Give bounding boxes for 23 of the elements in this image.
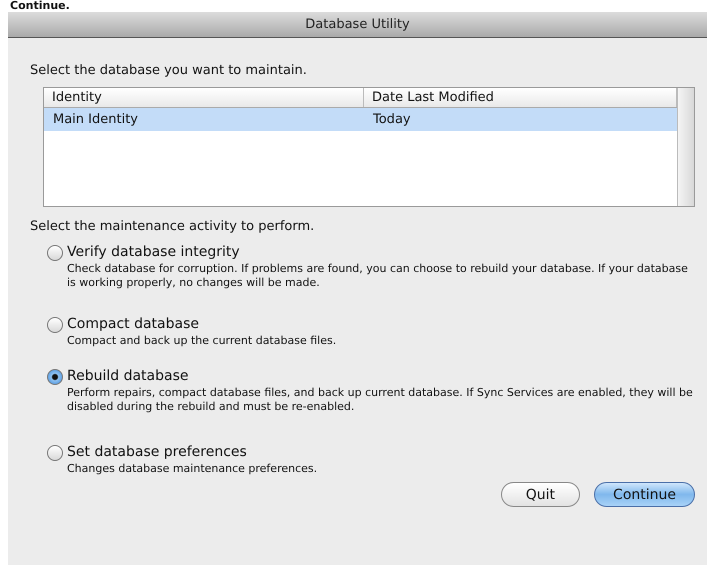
option-description: Perform repairs, compact database files, and back up current database. If Sync Services are enabled, they will be disabled during the rebuild and must be re-enabled. (67, 386, 694, 414)
radio-button[interactable] (47, 245, 63, 261)
option-label[interactable]: Verify database integrity (67, 242, 707, 262)
option-description: Check database for corruption. If problems are found, you can choose to rebuild your database. If your database is working properly, no changes will be made. (67, 262, 689, 290)
radio-button[interactable] (47, 445, 63, 461)
option-label[interactable]: Compact database (67, 314, 344, 334)
table-row[interactable]: Main Identity Today (44, 108, 677, 131)
dialog-button[interactable]: Quit (500, 482, 580, 507)
radio-button[interactable] (47, 317, 63, 333)
page-heading: Continue. (9, 0, 71, 12)
table-cell-text: Main Identity (52, 111, 139, 129)
option-description: Compact and back up the current database files. (67, 334, 338, 348)
window-title: Database Utility (305, 17, 410, 32)
option-label[interactable]: Set database preferences (67, 442, 326, 462)
scrollbar[interactable] (677, 88, 694, 206)
database-prompt: Select the database you want to maintain. (30, 63, 307, 78)
option-label[interactable]: Rebuild database (67, 366, 707, 386)
column-header[interactable]: Identity (44, 88, 364, 107)
default-button[interactable]: Continue (594, 482, 695, 507)
option-description: Changes database maintenance preferences. (67, 462, 318, 476)
activity-prompt: Select the maintenance activity to perform. (30, 219, 314, 234)
radio-button[interactable] (47, 369, 63, 385)
table-cell-text: Today (372, 111, 412, 129)
